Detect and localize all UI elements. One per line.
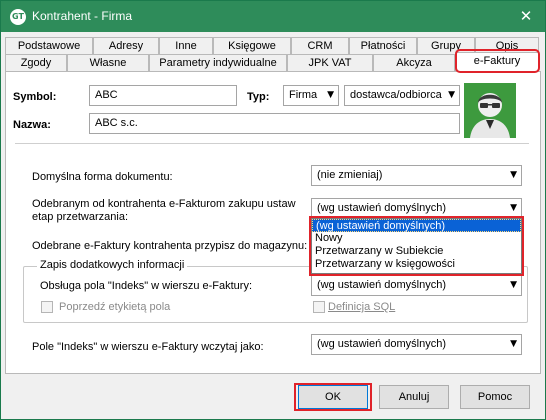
help-button[interactable]: Pomoc (460, 385, 530, 409)
chevron-down-icon: ▼ (510, 339, 517, 349)
close-icon[interactable]: ✕ (517, 7, 535, 25)
tab-wlasne[interactable]: Własne (67, 54, 149, 71)
header-separator (15, 143, 529, 144)
chevron-down-icon: ▼ (327, 90, 334, 100)
dialog-window: GT Kontrahent - Firma ✕ Podstawowe Adres… (0, 0, 546, 420)
etap-option[interactable]: Nowy (312, 232, 521, 245)
tab-adresy[interactable]: Adresy (93, 37, 159, 54)
rola-select-value: dostawca/odbiorca (350, 89, 442, 101)
chevron-down-icon: ▼ (448, 90, 455, 100)
user-icon (464, 83, 516, 138)
chevron-down-icon: ▼ (510, 280, 517, 290)
tab-jpk-vat[interactable]: JPK VAT (287, 54, 373, 71)
etap-select-value: (wg ustawień domyślnych) (317, 202, 446, 214)
title-bar: GT Kontrahent - Firma ✕ (1, 1, 545, 32)
indeks-select[interactable]: (wg ustawień domyślnych) ▼ (311, 275, 522, 296)
group-title: Zapis dodatkowych informacji (37, 259, 188, 271)
etap-option[interactable]: Przetwarzany w księgowości (312, 258, 521, 271)
domyslna-forma-label: Domyślna forma dokumentu: (32, 171, 173, 183)
tab-akcyza[interactable]: Akcyza (373, 54, 455, 71)
tab-e-faktury[interactable]: e-Faktury (455, 52, 539, 71)
cancel-button[interactable]: Anuluj (379, 385, 449, 409)
ok-button[interactable]: OK (298, 385, 368, 409)
nazwa-input[interactable]: ABC s.c. (89, 113, 460, 134)
tab-zgody[interactable]: Zgody (5, 54, 67, 71)
chevron-down-icon: ▼ (510, 170, 517, 180)
definicja-sql-link[interactable]: Definicja SQL (328, 301, 395, 313)
app-logo-icon: GT (10, 9, 26, 25)
indeks-label: Obsługa pola "Indeks" w wierszu e-Faktur… (40, 280, 253, 292)
poprzedz-checkbox[interactable] (41, 301, 53, 313)
indeks-select-value: (wg ustawień domyślnych) (317, 279, 446, 291)
wczytaj-select-value: (wg ustawień domyślnych) (317, 338, 446, 350)
nazwa-label: Nazwa: (13, 119, 51, 131)
tab-parametry-indywidualne[interactable]: Parametry indywidualne (149, 54, 287, 71)
window-title: Kontrahent - Firma (32, 9, 133, 23)
symbol-label: Symbol: (13, 91, 57, 103)
typ-label: Typ: (247, 91, 270, 103)
tab-platnosci[interactable]: Płatności (349, 37, 417, 54)
chevron-down-icon: ▼ (510, 203, 517, 213)
poprzedz-label: Poprzedź etykietą pola (59, 301, 171, 313)
tab-podstawowe[interactable]: Podstawowe (5, 37, 93, 54)
typ-select-value: Firma (289, 89, 318, 101)
wczytaj-label: Pole "Indeks" w wierszu e-Faktury wczyta… (32, 341, 264, 353)
domyslna-forma-value: (nie zmieniaj) (317, 169, 383, 181)
etap-option[interactable]: (wg ustawień domyślnych) (312, 219, 521, 232)
magazyn-label: Odebrane e-Faktury kontrahenta przypisz … (32, 240, 308, 252)
domyslna-forma-select[interactable]: (nie zmieniaj) ▼ (311, 165, 522, 186)
etap-option[interactable]: Przetwarzany w Subiekcie (312, 245, 521, 258)
typ-select[interactable]: Firma ▼ (283, 85, 339, 106)
etap-label-line1: Odebranym od kontrahenta e-Fakturom zaku… (32, 198, 296, 210)
etap-select[interactable]: (wg ustawień domyślnych) ▼ (311, 198, 522, 219)
contractor-avatar (464, 83, 516, 138)
definicja-checkbox[interactable] (313, 301, 325, 313)
rola-select[interactable]: dostawca/odbiorca ▼ (344, 85, 460, 106)
tab-crm[interactable]: CRM (291, 37, 349, 54)
tab-inne[interactable]: Inne (159, 37, 213, 54)
symbol-input[interactable]: ABC (89, 85, 237, 106)
etap-dropdown-list: (wg ustawień domyślnych) Nowy Przetwarza… (311, 218, 522, 274)
tab-ksiegowe[interactable]: Księgowe (213, 37, 291, 54)
etap-label-line2: etap przetwarzania: (32, 211, 128, 223)
wczytaj-select[interactable]: (wg ustawień domyślnych) ▼ (311, 334, 522, 355)
